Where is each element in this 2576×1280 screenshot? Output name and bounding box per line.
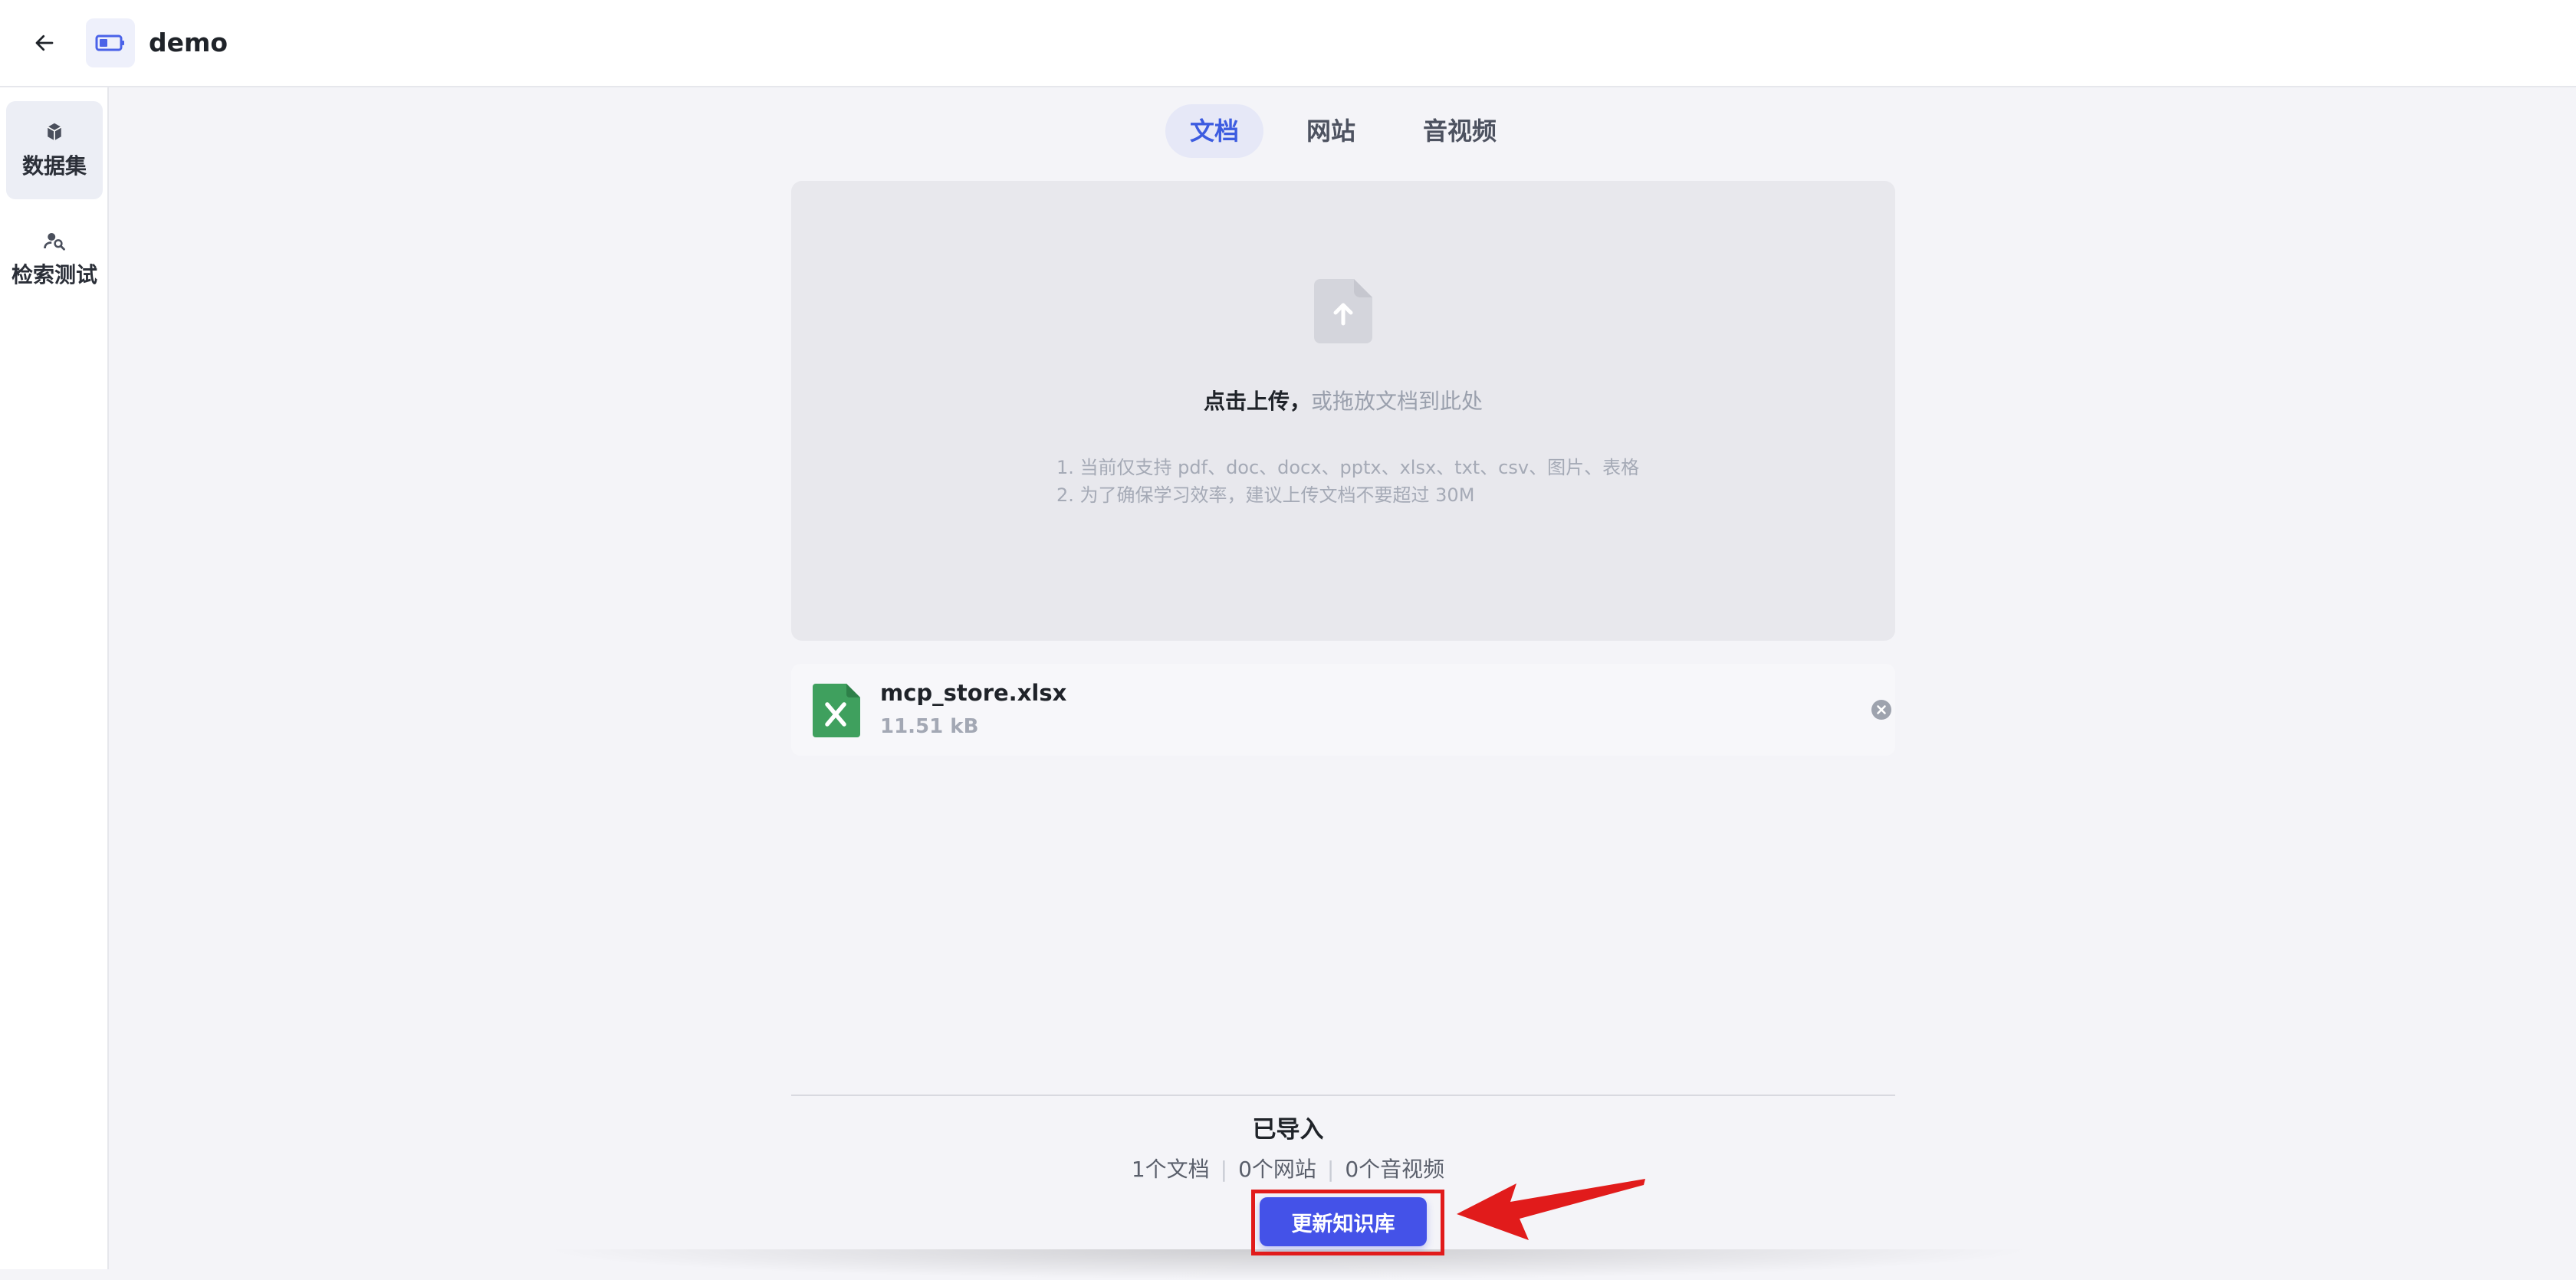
tab-audio-video[interactable]: 音视频 [1398,104,1521,158]
document-count: 1个文档 [1131,1157,1210,1182]
search-user-icon [44,233,65,251]
remove-file-icon[interactable] [1869,697,1894,722]
sidebar-item-label: 检索测试 [11,262,97,287]
sidebar-item-label: 数据集 [21,153,87,179]
arrow-left-icon [35,34,54,51]
upload-tip-size: 2. 为了确保学习效率，建议上传文档不要超过 30M [1056,484,1475,506]
sidebar-item-dataset[interactable]: 数据集 [6,101,103,199]
source-tabs: 文档 网站 音视频 [1165,104,1521,158]
website-count: 0个网站 [1238,1157,1316,1182]
back-button[interactable] [23,21,66,64]
app-icon [86,18,135,67]
tab-documents[interactable]: 文档 [1165,104,1264,158]
file-list-item: mcp_store.xlsx 11.51 kB [791,664,1895,756]
sidebar: 数据集 检索测试 [0,87,109,1269]
upload-drag-text: 或拖放文档到此处 [1311,389,1484,414]
imported-title: 已导入 [1252,1116,1324,1144]
page-title: demo [149,28,228,57]
separator: | [1220,1157,1228,1182]
upload-instruction: 点击上传，或拖放文档到此处 [791,386,1895,417]
file-size: 11.51 kB [880,715,979,738]
upload-tips: 1. 当前仅支持 pdf、doc、docx、pptx、xlsx、txt、csv、… [1056,454,1639,509]
media-count: 0个音视频 [1345,1157,1445,1182]
file-name: mcp_store.xlsx [880,680,1067,706]
upload-tip-formats: 1. 当前仅支持 pdf、doc、docx、pptx、xlsx、txt、csv、… [1056,457,1640,478]
top-bar: demo [0,0,2576,87]
sidebar-item-retrieval-test[interactable]: 检索测试 [6,210,103,308]
divider [791,1095,1895,1096]
battery-dataset-icon [95,34,124,51]
excel-file-icon [813,684,860,737]
update-knowledge-base-button[interactable]: 更新知识库 [1260,1197,1427,1246]
footer-shadow [537,1249,2039,1280]
upload-click-text: 点击上传， [1203,389,1311,414]
tab-websites[interactable]: 网站 [1282,104,1380,158]
import-counts: 1个文档 | 0个网站 | 0个音视频 [0,1154,2576,1185]
upload-file-icon [1314,279,1372,343]
cube-icon [47,123,62,141]
upload-dropzone[interactable]: 点击上传，或拖放文档到此处 1. 当前仅支持 pdf、doc、docx、pptx… [791,181,1895,641]
separator: | [1326,1157,1335,1182]
